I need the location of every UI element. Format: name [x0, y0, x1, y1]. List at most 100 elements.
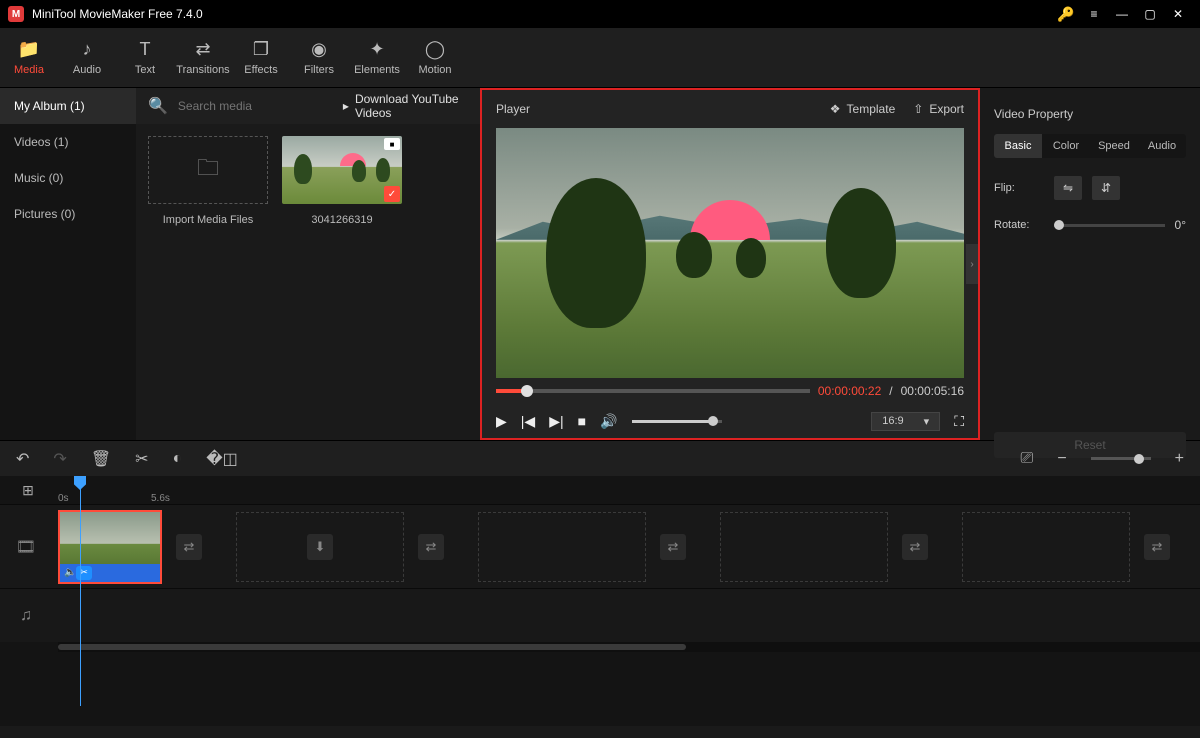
- ruler-tick: 5.6s: [151, 493, 244, 504]
- tab-motion[interactable]: ◯ Motion: [406, 28, 464, 87]
- search-input[interactable]: [178, 99, 333, 113]
- video-badge-icon: ■: [384, 138, 400, 150]
- fit-button[interactable]: ⎚: [1021, 450, 1034, 468]
- flip-horizontal-button[interactable]: ⇋: [1054, 176, 1082, 200]
- download-youtube-link[interactable]: ▸ Download YouTube Videos: [343, 92, 468, 120]
- property-tabs: Basic Color Speed Audio: [994, 134, 1186, 158]
- sidebar-item-videos[interactable]: Videos (1): [0, 124, 136, 160]
- video-track-icon[interactable]: 🎞: [0, 537, 52, 557]
- rotate-slider[interactable]: [1054, 224, 1165, 227]
- clip-audio-strip: 🔈: [60, 564, 160, 582]
- empty-clip-slot[interactable]: ⬇: [236, 512, 404, 582]
- redo-button[interactable]: ↷: [53, 449, 66, 469]
- effects-icon: ❐: [253, 39, 269, 60]
- tab-text[interactable]: T Text: [116, 28, 174, 87]
- tab-audio[interactable]: ♪ Audio: [58, 28, 116, 87]
- sidebar-item-pictures[interactable]: Pictures (0): [0, 196, 136, 232]
- video-preview[interactable]: [496, 128, 964, 378]
- prop-tab-speed[interactable]: Speed: [1090, 134, 1138, 158]
- folder-icon: 🗀: [197, 151, 219, 189]
- transition-slot[interactable]: ⇄: [902, 534, 928, 560]
- tab-label: Media: [14, 64, 44, 76]
- transition-slot[interactable]: ⇄: [176, 534, 202, 560]
- text-icon: T: [140, 39, 151, 60]
- video-track: 🎞 🔈 ✂ ⇄ ⬇ ⇄ ⇄ ⇄ ⇄: [0, 504, 1200, 588]
- progress-bar[interactable]: [496, 389, 810, 393]
- video-track-body[interactable]: 🔈 ✂ ⇄ ⬇ ⇄ ⇄ ⇄ ⇄: [52, 505, 1200, 588]
- tab-transitions[interactable]: ⇄ Transitions: [174, 28, 232, 87]
- split-button[interactable]: ✂: [135, 449, 148, 469]
- tool-strip: 📁 Media ♪ Audio T Text ⇄ Transitions ❐ E…: [0, 28, 1200, 88]
- timeline-ruler[interactable]: 0s 5.6s: [0, 476, 1200, 504]
- media-clip-card[interactable]: ■ ✓ 3041266319: [282, 136, 402, 428]
- flip-vertical-button[interactable]: ⇵: [1092, 176, 1120, 200]
- flip-label: Flip:: [994, 182, 1044, 194]
- play-button[interactable]: ▶: [496, 413, 507, 430]
- undo-button[interactable]: ↶: [16, 449, 29, 469]
- zoom-slider[interactable]: [1091, 457, 1151, 460]
- prev-frame-button[interactable]: |◀: [521, 413, 535, 430]
- app-title: MiniTool MovieMaker Free 7.4.0: [32, 7, 203, 21]
- tab-label: Motion: [418, 64, 451, 76]
- delete-button[interactable]: 🗑: [91, 449, 111, 469]
- main-area: My Album (1) Videos (1) Music (0) Pictur…: [0, 88, 1200, 440]
- empty-clip-slot[interactable]: [720, 512, 888, 582]
- empty-clip-slot[interactable]: [962, 512, 1130, 582]
- audio-track-body[interactable]: [52, 589, 1200, 642]
- stop-button[interactable]: ■: [578, 413, 586, 429]
- minimize-button[interactable]: —: [1108, 0, 1136, 28]
- media-clip-label: 3041266319: [282, 214, 402, 226]
- progress-thumb[interactable]: [521, 385, 533, 397]
- youtube-icon: ▸: [343, 99, 349, 113]
- playhead[interactable]: [80, 476, 81, 706]
- transition-slot[interactable]: ⇄: [660, 534, 686, 560]
- fullscreen-button[interactable]: ⛶: [954, 413, 964, 430]
- media-thumbnail[interactable]: ■ ✓: [282, 136, 402, 204]
- tab-filters[interactable]: ◉ Filters: [290, 28, 348, 87]
- prop-tab-audio[interactable]: Audio: [1138, 134, 1186, 158]
- sidebar-item-my-album[interactable]: My Album (1): [0, 88, 136, 124]
- music-note-icon: ♪: [83, 39, 92, 60]
- zoom-out-button[interactable]: −: [1057, 450, 1066, 468]
- property-title: Video Property: [994, 100, 1186, 128]
- prop-tab-color[interactable]: Color: [1042, 134, 1090, 158]
- export-button[interactable]: ⇧ Export: [913, 102, 964, 116]
- audio-track-icon[interactable]: ♫: [0, 607, 52, 625]
- tab-elements[interactable]: ✦ Elements: [348, 28, 406, 87]
- tab-effects[interactable]: ❐ Effects: [232, 28, 290, 87]
- audio-track: ♫: [0, 588, 1200, 642]
- tab-media[interactable]: 📁 Media: [0, 28, 58, 87]
- media-browser: My Album (1) Videos (1) Music (0) Pictur…: [0, 88, 480, 440]
- volume-slider[interactable]: [632, 420, 722, 423]
- menu-icon[interactable]: ≡: [1080, 0, 1108, 28]
- zoom-in-button[interactable]: +: [1175, 450, 1184, 468]
- speed-button[interactable]: ◐: [173, 450, 183, 468]
- export-label: Export: [929, 102, 964, 116]
- maximize-button[interactable]: ▢: [1136, 0, 1164, 28]
- media-pane: 🔍 ▸ Download YouTube Videos 🗀 Import Med…: [136, 88, 480, 440]
- next-frame-button[interactable]: ▶|: [549, 413, 563, 430]
- transition-slot[interactable]: ⇄: [1144, 534, 1170, 560]
- template-button[interactable]: ❖ Template: [830, 102, 895, 116]
- transition-slot[interactable]: ⇄: [418, 534, 444, 560]
- timeline-clip[interactable]: 🔈 ✂: [58, 510, 162, 584]
- check-badge-icon: ✓: [384, 186, 400, 202]
- license-key-icon[interactable]: 🔑: [1052, 0, 1080, 28]
- player-controls: ▶ |◀ ▶| ■ 🔊 16:9 ▾ ⛶: [482, 404, 978, 438]
- close-button[interactable]: ✕: [1164, 0, 1192, 28]
- empty-clip-slot[interactable]: [478, 512, 646, 582]
- timeline-scrollbar[interactable]: [58, 642, 1200, 652]
- media-grid: 🗀 Import Media Files ■ ✓ 3041266319: [136, 124, 480, 440]
- aspect-ratio-select[interactable]: 16:9 ▾: [871, 412, 940, 431]
- import-box[interactable]: 🗀: [148, 136, 268, 204]
- tab-label: Filters: [304, 64, 334, 76]
- template-icon: ❖: [830, 102, 841, 116]
- import-media-card[interactable]: 🗀 Import Media Files: [148, 136, 268, 428]
- scissors-badge-icon: ✂: [76, 566, 92, 580]
- tab-label: Effects: [244, 64, 277, 76]
- crop-button[interactable]: �◫: [206, 449, 238, 469]
- prop-tab-basic[interactable]: Basic: [994, 134, 1042, 158]
- volume-icon[interactable]: 🔊: [600, 413, 617, 430]
- panel-collapse-toggle[interactable]: ›: [966, 244, 978, 284]
- sidebar-item-music[interactable]: Music (0): [0, 160, 136, 196]
